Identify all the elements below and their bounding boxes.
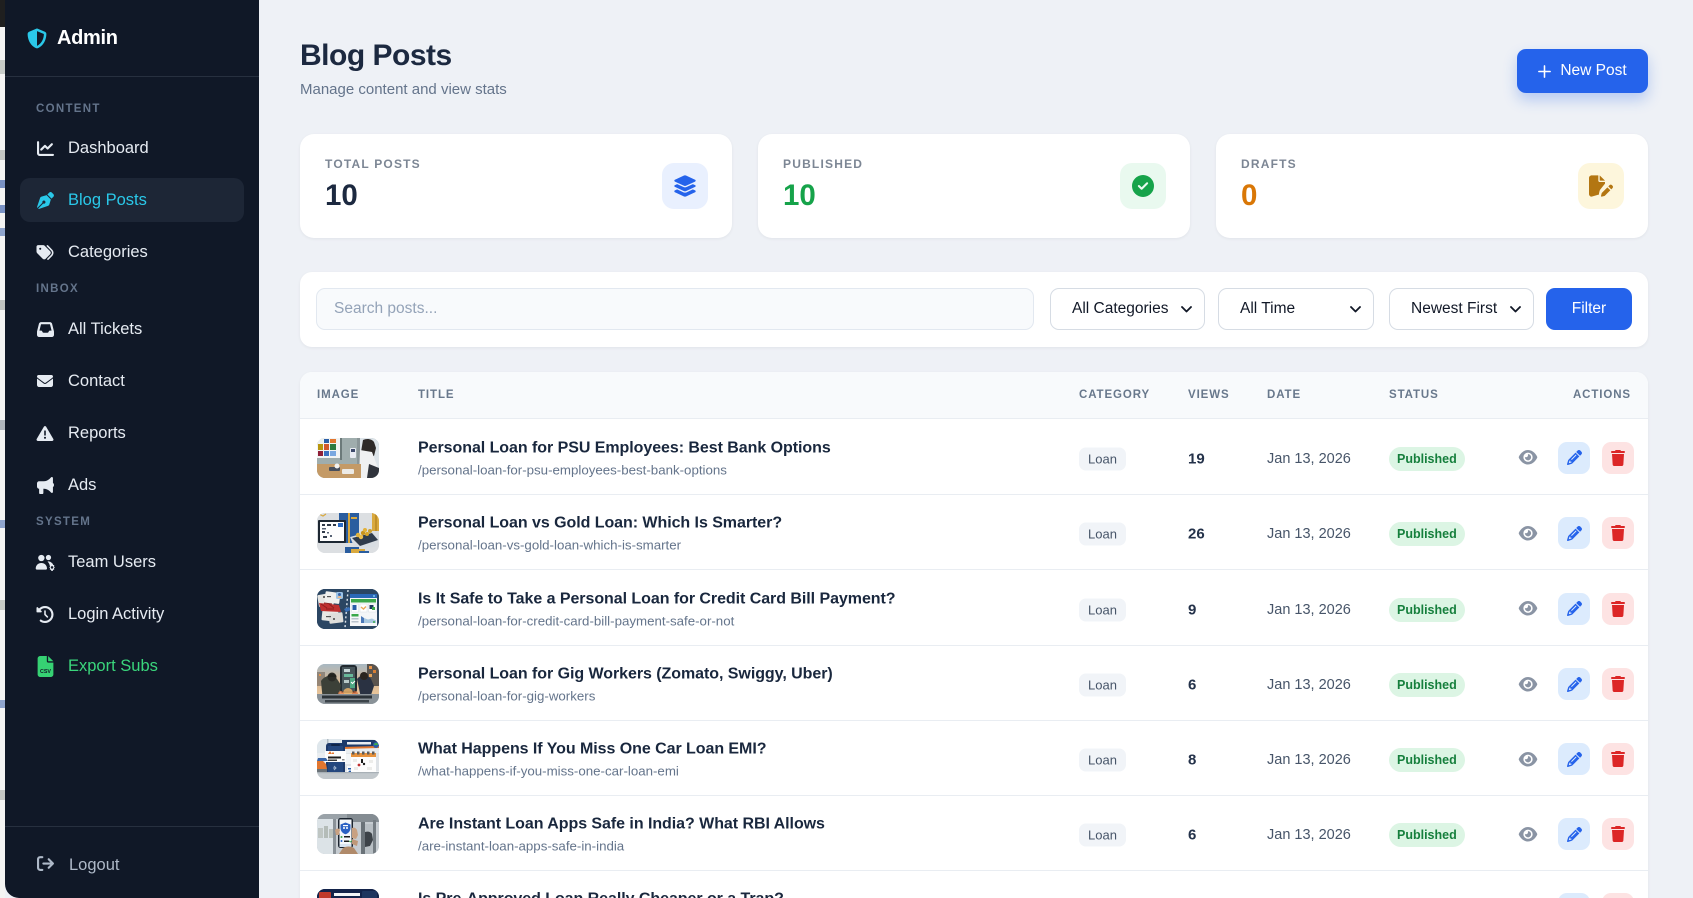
- svg-text:CSV: CSV: [40, 669, 51, 675]
